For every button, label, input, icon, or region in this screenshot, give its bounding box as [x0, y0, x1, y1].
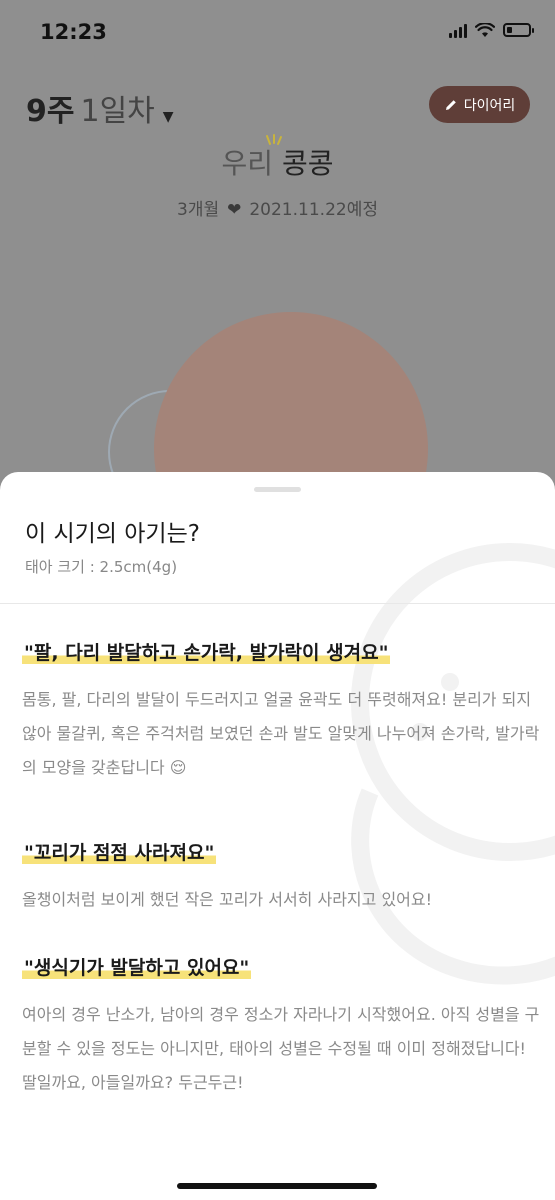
due-date: 2021.11.22예정 — [249, 200, 378, 220]
status-time: 12:23 — [40, 20, 107, 44]
section-heading: "생식기가 발달하고 있어요" — [22, 957, 252, 979]
section-heading: "팔, 다리 발달하고 손가락, 발가락이 생겨요" — [22, 642, 391, 664]
diary-label: 다이어리 — [463, 97, 516, 114]
sheet-drag-handle[interactable] — [254, 487, 301, 492]
divider — [0, 603, 555, 604]
info-section-1: "팔, 다리 발달하고 손가락, 발가락이 생겨요" 몸통, 팔, 다리의 발달… — [22, 638, 542, 785]
baby-name-title: 우리 콩콩 — [0, 142, 555, 182]
section-heading: "꼬리가 점점 사라져요" — [22, 842, 217, 864]
day-number: 1일차 — [80, 94, 155, 129]
status-bar: 12:23 — [0, 0, 555, 64]
fetal-size: 태아 크기 : 2.5cm(4g) — [25, 558, 178, 576]
home-indicator[interactable] — [177, 1183, 377, 1189]
sheet-title: 이 시기의 아기는? — [25, 521, 200, 547]
wifi-icon — [475, 22, 495, 37]
baby-nickname: 콩콩 — [281, 142, 333, 182]
section-body: 여아의 경우 난소가, 남아의 경우 정소가 자라나기 시작했어요. 아직 성별… — [22, 1005, 540, 1092]
baby-name-prefix: 우리 — [221, 147, 274, 180]
system-icons — [449, 22, 534, 38]
pencil-icon — [445, 99, 456, 110]
section-body: 몸통, 팔, 다리의 발달이 두드러지고 얼굴 윤곽도 더 뚜렷해져요! 분리가… — [22, 690, 540, 777]
battery-icon — [503, 23, 534, 37]
info-section-3: "생식기가 발달하고 있어요" 여아의 경우 난소가, 남아의 경우 정소가 자… — [22, 953, 542, 1100]
week-selector[interactable]: 9주 1일차 ▼ — [26, 86, 174, 130]
heart-icon: ❤ — [227, 200, 242, 220]
pregnancy-info: 3개월 ❤ 2021.11.22예정 — [0, 195, 555, 220]
cellular-signal-icon — [449, 22, 467, 38]
dropdown-caret-icon: ▼ — [162, 109, 174, 125]
bottom-sheet: 이 시기의 아기는? 태아 크기 : 2.5cm(4g) "팔, 다리 발달하고… — [0, 472, 555, 1200]
months-label: 3개월 — [177, 200, 220, 220]
battery-level — [507, 27, 512, 33]
info-section-2: "꼬리가 점점 사라져요" 올챙이처럼 보이게 했던 작은 꼬리가 서서히 사라… — [22, 838, 542, 917]
diary-button[interactable]: 다이어리 — [429, 86, 530, 123]
week-number: 9주 — [26, 94, 75, 129]
section-body: 올챙이처럼 보이게 했던 작은 꼬리가 서서히 사라지고 있어요! — [22, 890, 433, 909]
